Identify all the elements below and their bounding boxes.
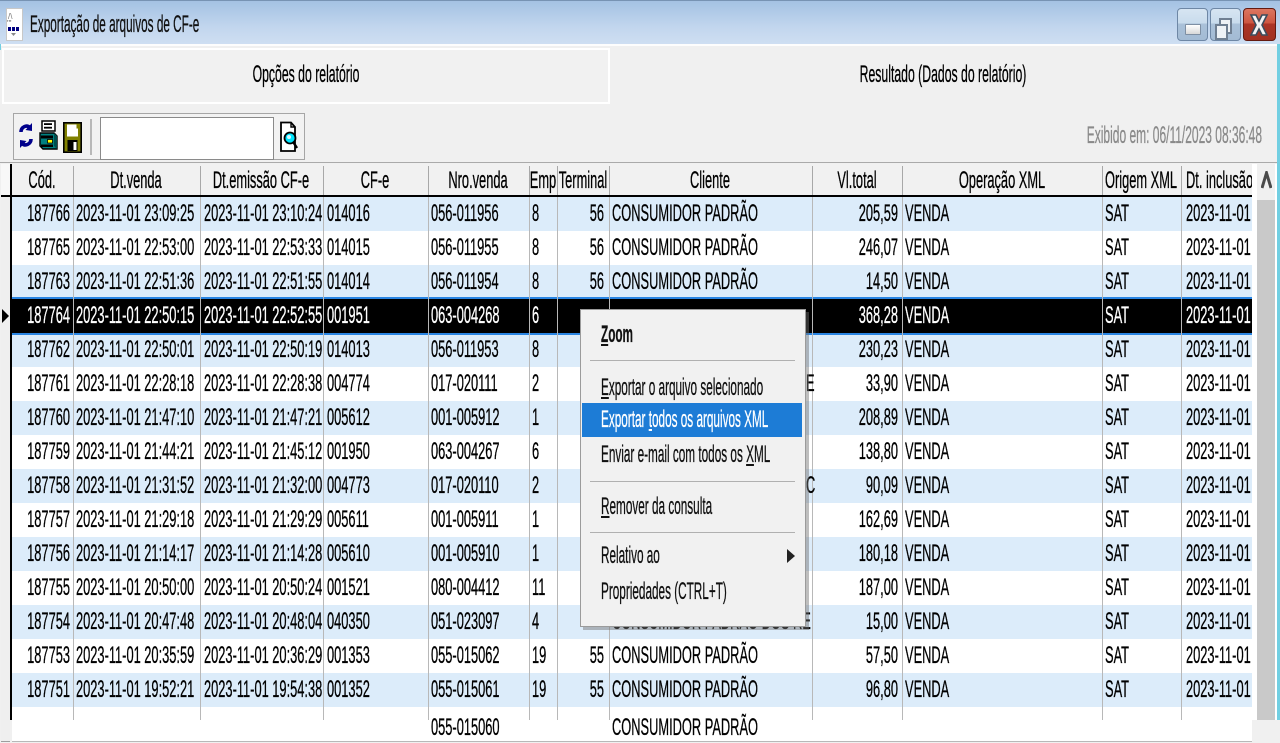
svg-text:''': ''' bbox=[7, 19, 12, 28]
